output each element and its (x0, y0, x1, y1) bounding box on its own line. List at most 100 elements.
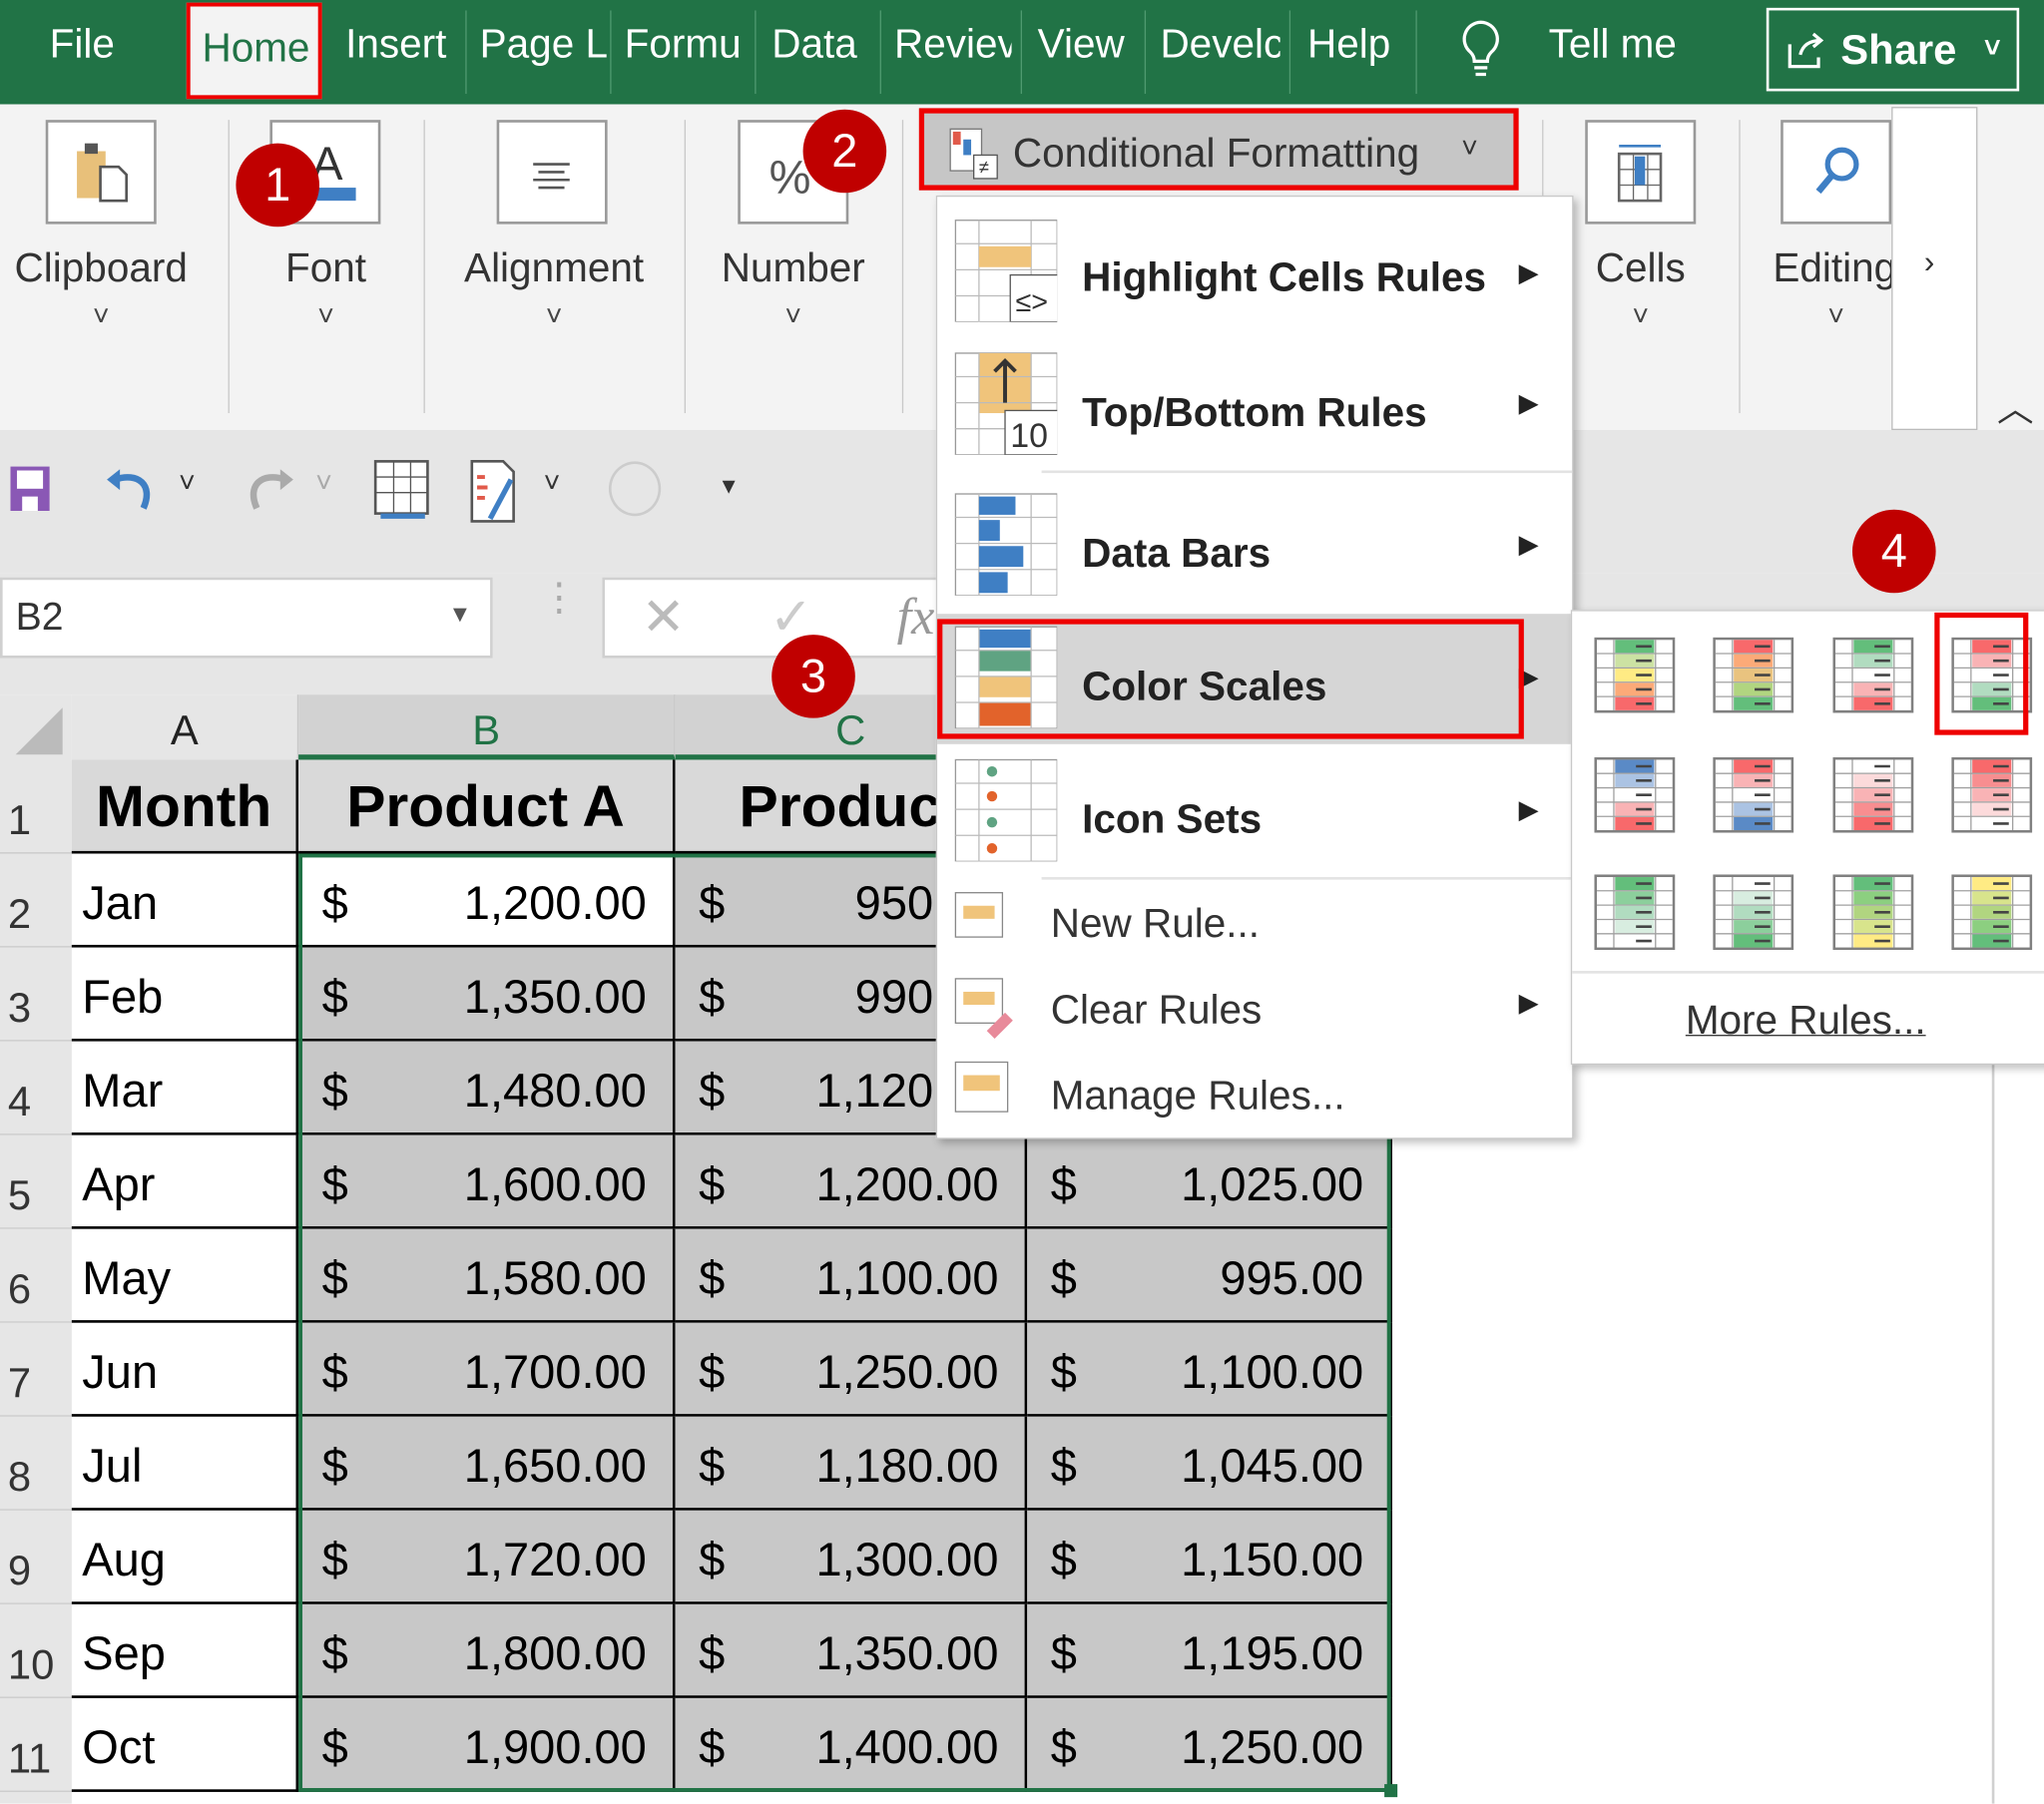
amount-cell[interactable]: $1,300.00 (675, 1510, 1028, 1604)
amount-cell[interactable]: $1,720.00 (298, 1510, 676, 1604)
save-icon[interactable] (10, 464, 52, 514)
tab-review[interactable]: Reviev (894, 21, 1012, 68)
amount-cell[interactable]: $1,180.00 (675, 1416, 1028, 1511)
amount-cell[interactable]: $1,700.00 (298, 1322, 676, 1417)
customize-toolbar-icon[interactable]: ▾ (723, 469, 736, 502)
row-header[interactable]: 11 (0, 1697, 72, 1792)
row-header[interactable]: 8 (0, 1416, 72, 1511)
alignment-button[interactable] (496, 120, 608, 225)
month-cell[interactable]: Aug (71, 1510, 299, 1604)
ribbon-scroll-right-icon[interactable]: › (1924, 245, 1934, 282)
amount-cell[interactable]: $995.00 (1027, 1228, 1392, 1323)
color-scale-option-10[interactable] (1713, 874, 1794, 951)
row-header[interactable] (0, 1791, 72, 1804)
cancel-entry-icon[interactable]: ✕ (642, 588, 686, 648)
amount-cell[interactable]: $1,580.00 (298, 1228, 676, 1323)
menu-item-top-bottom-rules[interactable]: 10 Top/Bottom Rules ▶ (937, 340, 1572, 471)
chevron-down-icon[interactable]: ˅ (423, 299, 684, 333)
amount-cell[interactable]: $1,025.00 (1027, 1134, 1392, 1229)
amount-cell[interactable]: $1,250.00 (675, 1322, 1028, 1417)
share-button[interactable]: Share ˅ (1766, 7, 2020, 92)
tab-view[interactable]: View (1038, 21, 1125, 68)
row-header[interactable]: 4 (0, 1041, 72, 1135)
month-cell[interactable]: Jul (71, 1416, 299, 1511)
month-cell[interactable]: Oct (71, 1697, 299, 1792)
header-cell[interactable]: Month (71, 759, 299, 854)
amount-cell[interactable]: $1,900.00 (298, 1697, 676, 1792)
amount-cell[interactable]: $1,350.00 (298, 947, 676, 1042)
fill-handle[interactable] (1384, 1784, 1398, 1798)
menu-item-highlight-cells-rules[interactable]: ≤> Highlight Cells Rules ▶ (937, 208, 1572, 338)
undo-icon[interactable] (104, 467, 161, 517)
chevron-down-icon[interactable]: ˅ (685, 299, 902, 333)
tab-formulas[interactable]: Formu (625, 21, 742, 68)
collapse-ribbon-icon[interactable]: ︿ (1997, 380, 2034, 432)
color-scale-option-7[interactable] (1832, 756, 1914, 833)
tab-file[interactable]: File (50, 21, 115, 68)
clipboard-button[interactable] (45, 120, 157, 225)
row-header[interactable]: 5 (0, 1134, 72, 1229)
chevron-down-icon[interactable]: ˅ (1781, 299, 1891, 333)
amount-cell[interactable]: $1,650.00 (298, 1416, 676, 1511)
insert-function-icon[interactable]: fx (897, 585, 935, 646)
row-header[interactable]: 1 (0, 759, 72, 854)
color-scale-option-9[interactable] (1594, 874, 1676, 951)
amount-cell[interactable]: $1,600.00 (298, 1134, 676, 1229)
row-header[interactable]: 9 (0, 1510, 72, 1604)
month-cell[interactable]: Sep (71, 1603, 299, 1698)
color-scale-option-3[interactable] (1832, 637, 1914, 713)
tell-me-search[interactable]: Tell me (1549, 21, 1677, 68)
menu-item-data-bars[interactable]: Data Bars ▶ (937, 481, 1572, 612)
column-header-b[interactable]: B (298, 694, 676, 760)
amount-cell[interactable]: $1,100.00 (1027, 1322, 1392, 1417)
row-header[interactable]: 10 (0, 1603, 72, 1698)
form-edit-icon[interactable] (469, 459, 521, 527)
lightbulb-icon[interactable] (1457, 18, 1504, 83)
month-cell[interactable]: Apr (71, 1134, 299, 1229)
header-cell[interactable]: Product A (298, 759, 676, 854)
month-cell[interactable]: Mar (71, 1041, 299, 1135)
amount-cell[interactable]: $1,800.00 (298, 1603, 676, 1698)
color-scale-option-12[interactable] (1951, 874, 2033, 951)
row-header[interactable]: 2 (0, 853, 72, 948)
color-scale-option-1[interactable] (1594, 637, 1676, 713)
month-cell[interactable]: Feb (71, 947, 299, 1042)
tab-home[interactable]: Home (186, 2, 322, 100)
column-header-a[interactable]: A (71, 694, 299, 760)
print-preview-icon[interactable] (373, 459, 433, 524)
amount-cell[interactable]: $1,195.00 (1027, 1603, 1392, 1698)
redo-icon[interactable] (239, 467, 295, 517)
amount-cell[interactable]: $1,100.00 (675, 1228, 1028, 1323)
color-scale-option-5[interactable] (1594, 756, 1676, 833)
circle-icon[interactable] (608, 461, 662, 517)
amount-cell[interactable]: $1,480.00 (298, 1041, 676, 1135)
form-dropdown-icon[interactable]: ˅ (544, 467, 561, 501)
month-cell[interactable]: Jun (71, 1322, 299, 1417)
menu-item-icon-sets[interactable]: Icon Sets ▶ (937, 749, 1572, 874)
menu-item-clear-rules[interactable]: Clear Rules ▶ (937, 968, 1572, 1052)
tab-help[interactable]: Help (1307, 21, 1390, 68)
tab-data[interactable]: Data (771, 21, 857, 68)
amount-cell[interactable]: $1,350.00 (675, 1603, 1028, 1698)
chevron-down-icon[interactable]: ˅ (0, 299, 202, 333)
conditional-formatting-button[interactable]: ≠ Conditional Formatting ˅ (918, 108, 1519, 191)
redo-dropdown-icon[interactable]: ˅ (315, 467, 332, 501)
chevron-down-icon[interactable]: ˅ (229, 299, 424, 333)
undo-dropdown-icon[interactable]: ˅ (179, 467, 196, 501)
menu-item-manage-rules[interactable]: Manage Rules... (937, 1052, 1572, 1135)
tab-page-layout[interactable]: Page L (480, 21, 608, 68)
color-scale-option-2[interactable] (1713, 637, 1794, 713)
month-cell[interactable]: May (71, 1228, 299, 1323)
tab-developer[interactable]: Develc (1160, 21, 1279, 68)
name-box[interactable]: B2 ▼ (0, 577, 493, 659)
row-header[interactable]: 7 (0, 1322, 72, 1417)
amount-cell[interactable]: $1,250.00 (1027, 1697, 1392, 1792)
cells-button[interactable] (1585, 120, 1697, 225)
color-scale-option-6[interactable] (1713, 756, 1794, 833)
name-box-dropdown-icon[interactable]: ▼ (448, 601, 471, 628)
amount-cell[interactable]: $1,400.00 (675, 1697, 1028, 1792)
row-header[interactable]: 3 (0, 947, 72, 1042)
amount-cell[interactable]: $1,150.00 (1027, 1510, 1392, 1604)
amount-cell[interactable]: $1,045.00 (1027, 1416, 1392, 1511)
month-cell[interactable]: Jan (71, 853, 299, 948)
